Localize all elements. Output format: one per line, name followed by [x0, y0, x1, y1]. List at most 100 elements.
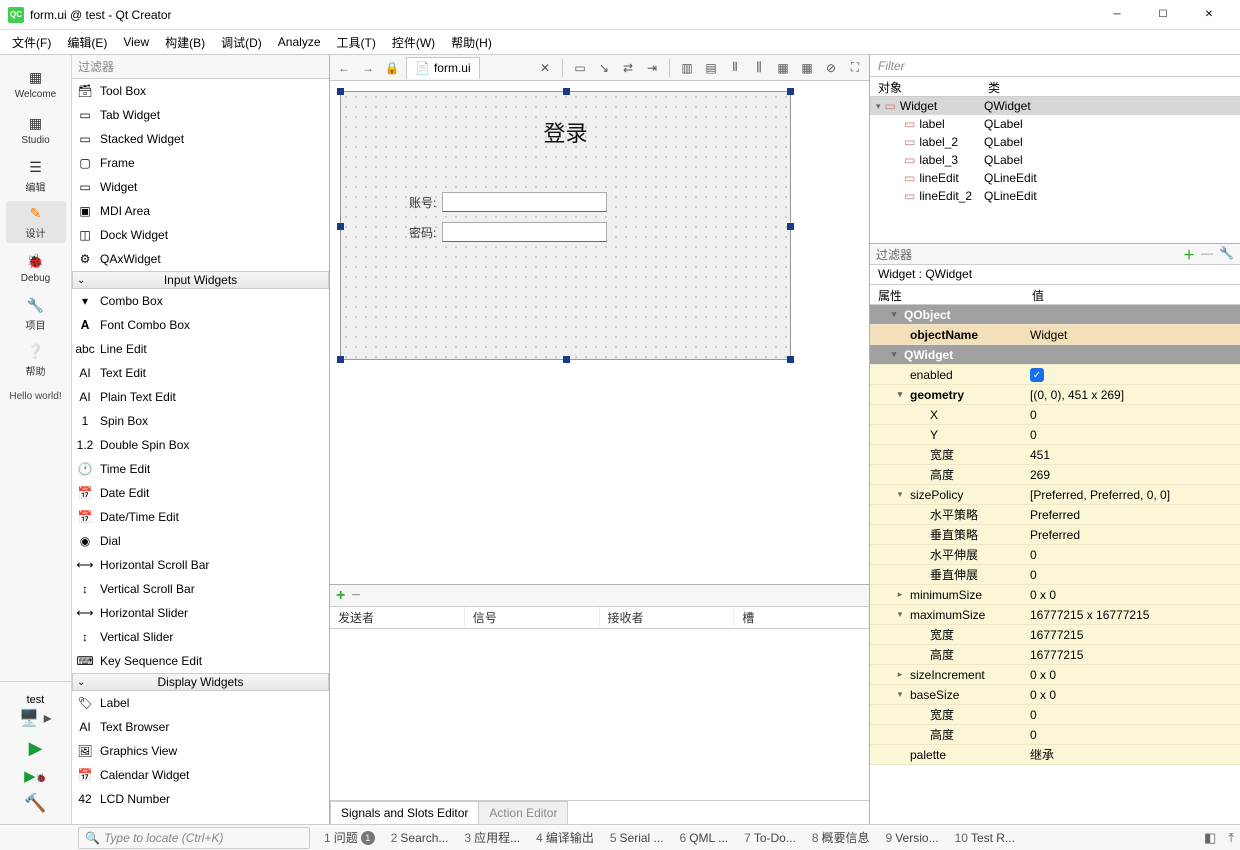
resize-handle[interactable] — [563, 88, 570, 95]
edit-widgets-icon[interactable]: ▭ — [570, 58, 590, 78]
expand-icon[interactable]: ▸ — [894, 589, 906, 600]
remove-signal-button[interactable]: − — [351, 587, 360, 605]
col-class[interactable]: 类 — [980, 77, 1008, 96]
widget-item[interactable]: ↕Vertical Slider — [72, 625, 329, 649]
layout-vbox-icon[interactable]: ▤ — [701, 58, 721, 78]
property-row[interactable]: 高度16777215 — [870, 645, 1240, 665]
output-pane-item[interactable]: 9 Versio... — [878, 831, 947, 845]
mode-help[interactable]: ❔帮助 — [6, 339, 66, 381]
minimize-button[interactable]: ─ — [1094, 0, 1140, 30]
widget-item[interactable]: ⟷Horizontal Scroll Bar — [72, 553, 329, 577]
widget-item[interactable]: ▾Combo Box — [72, 289, 329, 313]
widget-item[interactable]: 𝐀Font Combo Box — [72, 313, 329, 337]
property-row[interactable]: 宽度0 — [870, 705, 1240, 725]
widget-group-header[interactable]: ⌄Display Widgets — [72, 673, 329, 691]
output-pane-item[interactable]: 2 Search... — [383, 831, 457, 845]
tab-action-editor[interactable]: Action Editor — [478, 801, 568, 824]
widget-item[interactable]: 🖼Graphics View — [72, 739, 329, 763]
output-pane-item[interactable]: 4 编译输出 — [528, 829, 602, 846]
mode-welcome[interactable]: ▦Welcome — [6, 63, 66, 105]
widget-item[interactable]: ▢Frame — [72, 151, 329, 175]
object-tree[interactable]: ▾ ▭ WidgetQWidget▭ labelQLabel▭ label_2Q… — [870, 97, 1240, 243]
design-canvas[interactable]: 登录 账号: 密码: — [330, 81, 869, 584]
menu-build[interactable]: 构建(B) — [159, 32, 211, 53]
adjust-size-icon[interactable]: ⛶ — [845, 58, 865, 78]
widget-item[interactable]: ▭Tab Widget — [72, 103, 329, 127]
widget-list[interactable]: 🗃Tool Box▭Tab Widget▭Stacked Widget▢Fram… — [72, 79, 329, 824]
add-signal-button[interactable]: + — [336, 587, 345, 605]
menu-help[interactable]: 帮助(H) — [445, 32, 498, 53]
property-row[interactable]: palette继承 — [870, 745, 1240, 765]
output-pane-item[interactable]: 5 Serial ... — [602, 831, 672, 845]
forward-button[interactable]: → — [358, 58, 378, 78]
property-value[interactable]: 16777215 — [1024, 628, 1240, 642]
layout-vsplit-icon[interactable]: ⫼ — [749, 58, 769, 78]
property-value[interactable]: 继承 — [1024, 746, 1240, 763]
col-receiver[interactable]: 接收者 — [600, 607, 735, 628]
property-row[interactable]: ▾sizePolicy[Preferred, Preferred, 0, 0] — [870, 485, 1240, 505]
remove-property-icon[interactable]: — — [1201, 246, 1213, 263]
property-value[interactable]: 0 — [1024, 728, 1240, 742]
widget-item[interactable]: AIText Edit — [72, 361, 329, 385]
menu-debug[interactable]: 调试(D) — [215, 32, 268, 53]
object-row[interactable]: ▭ lineEditQLineEdit — [870, 169, 1240, 187]
property-value[interactable]: 451 — [1024, 448, 1240, 462]
resize-handle[interactable] — [337, 223, 344, 230]
mode-design[interactable]: ✎设计 — [6, 201, 66, 243]
property-value[interactable]: 0 — [1024, 568, 1240, 582]
property-value[interactable]: 269 — [1024, 468, 1240, 482]
config-name[interactable]: test — [27, 694, 45, 706]
lock-icon[interactable]: 🔒 — [382, 58, 402, 78]
widget-item[interactable]: ◫Dock Widget — [72, 223, 329, 247]
expand-icon[interactable]: ▸ — [894, 669, 906, 680]
property-value[interactable]: 16777215 x 16777215 — [1024, 608, 1240, 622]
property-row[interactable]: ▾QObject — [870, 305, 1240, 325]
widget-item[interactable]: ▭Widget — [72, 175, 329, 199]
property-list[interactable]: ▾QObjectobjectNameWidget▾QWidgetenabled✓… — [870, 305, 1240, 824]
property-row[interactable]: enabled✓ — [870, 365, 1240, 385]
widget-item[interactable]: 🗃Tool Box — [72, 79, 329, 103]
expand-icon[interactable]: ▾ — [894, 689, 906, 700]
widget-item[interactable]: 🕐Time Edit — [72, 457, 329, 481]
account-input[interactable] — [442, 192, 607, 212]
widget-item[interactable]: AIPlain Text Edit — [72, 385, 329, 409]
output-pane-item[interactable]: 3 应用程... — [456, 829, 528, 846]
property-row[interactable]: ▸sizeIncrement0 x 0 — [870, 665, 1240, 685]
property-value[interactable]: 16777215 — [1024, 648, 1240, 662]
col-value[interactable]: 值 — [1024, 285, 1052, 304]
property-row[interactable]: 宽度16777215 — [870, 625, 1240, 645]
resize-handle[interactable] — [787, 88, 794, 95]
tab-signals-slots[interactable]: Signals and Slots Editor — [330, 801, 479, 824]
menu-file[interactable]: 文件(F) — [6, 32, 57, 53]
back-button[interactable]: ← — [334, 58, 354, 78]
widget-item[interactable]: ▭Stacked Widget — [72, 127, 329, 151]
property-row[interactable]: 水平策略Preferred — [870, 505, 1240, 525]
resize-handle[interactable] — [787, 223, 794, 230]
password-input[interactable] — [442, 222, 607, 242]
toggle-pane-icon[interactable]: ⤒ — [1222, 830, 1240, 846]
property-value[interactable]: [(0, 0), 451 x 269] — [1024, 388, 1240, 402]
edit-buddies-icon[interactable]: ⇄ — [618, 58, 638, 78]
expand-icon[interactable]: ▾ — [894, 489, 906, 500]
layout-grid-icon[interactable]: ▦ — [773, 58, 793, 78]
resize-handle[interactable] — [337, 356, 344, 363]
run-button[interactable]: ▶ — [29, 738, 43, 759]
edit-tab-order-icon[interactable]: ⇥ — [642, 58, 662, 78]
widget-item[interactable]: ◉Dial — [72, 529, 329, 553]
close-button[interactable]: ✕ — [1186, 0, 1232, 30]
output-pane-item[interactable]: 8 概要信息 — [804, 829, 878, 846]
property-row[interactable]: ▾baseSize0 x 0 — [870, 685, 1240, 705]
property-value[interactable]: 0 — [1024, 708, 1240, 722]
property-row[interactable]: 高度0 — [870, 725, 1240, 745]
expand-icon[interactable]: ▾ — [894, 609, 906, 620]
property-value[interactable]: 0 — [1024, 428, 1240, 442]
menu-tools[interactable]: 工具(T) — [331, 32, 382, 53]
property-row[interactable]: ▸minimumSize0 x 0 — [870, 585, 1240, 605]
output-pane-item[interactable]: 6 QML ... — [672, 831, 737, 845]
property-value[interactable]: [Preferred, Preferred, 0, 0] — [1024, 488, 1240, 502]
expand-icon[interactable]: ▾ — [894, 389, 906, 400]
password-label[interactable]: 密码: — [409, 224, 436, 241]
mode-studio[interactable]: ▦Studio — [6, 109, 66, 151]
property-row[interactable]: X0 — [870, 405, 1240, 425]
expand-icon[interactable]: ▾ — [876, 101, 881, 112]
